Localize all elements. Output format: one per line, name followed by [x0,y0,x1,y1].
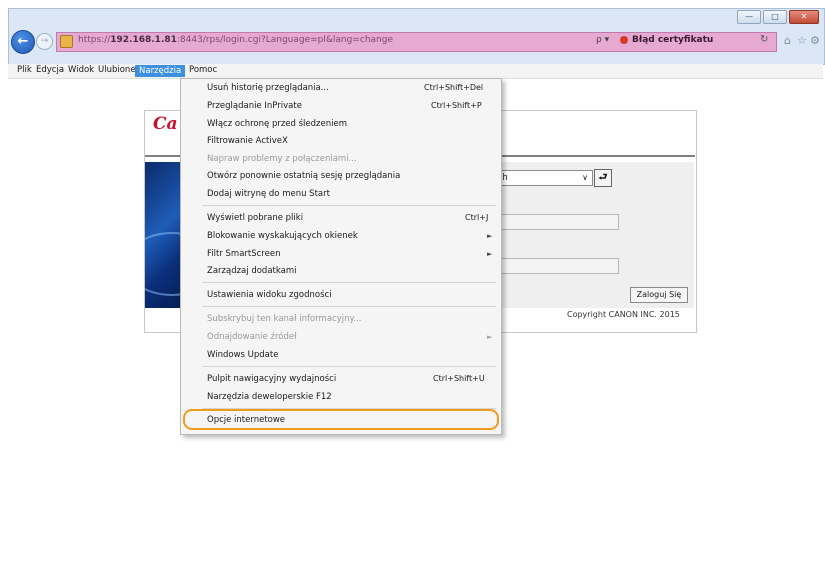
url-host: 192.168.1.81 [110,35,177,45]
menu-item-subscribe-feed: Subskrybuj ten kanał informacyjny... [207,314,362,324]
menu-separator [202,282,496,283]
menu-item-view-downloads[interactable]: Wyświetl pobrane pliki [207,213,303,223]
menu-item-smartscreen[interactable]: Filtr SmartScreen [207,249,280,259]
menu-item-windows-update[interactable]: Windows Update [207,350,278,360]
home-icon[interactable]: ⌂ [784,34,791,47]
forward-button[interactable]: → [36,33,53,50]
menu-item-developer-tools[interactable]: Narzędzia deweloperskie F12 [207,392,332,402]
menu-item-add-to-start[interactable]: Dodaj witrynę do menu Start [207,189,330,199]
shortcut-performance: Ctrl+Shift+U [433,374,485,383]
menu-item-manage-addons[interactable]: Zarządzaj dodatkami [207,266,296,276]
close-button[interactable]: ✕ [789,10,819,24]
menu-item-reopen-session[interactable]: Otwórz ponownie ostatnią sesję przegląda… [207,171,400,181]
menu-item-activex-filtering[interactable]: Filtrowanie ActiveX [207,136,288,146]
submenu-arrow-icon: ► [487,333,493,341]
highlight-outline [183,409,499,430]
menu-help[interactable]: Pomoc [189,65,217,75]
certificate-error-badge[interactable]: Błąd certyfikatu [632,35,713,45]
menu-separator [202,205,496,206]
menu-item-delete-history[interactable]: Usuń historię przeglądania... [207,83,329,93]
favorites-star-icon[interactable]: ☆ [797,34,807,47]
language-apply-button[interactable]: ⮐ [594,169,612,187]
page-icon [60,35,73,48]
chevron-down-icon: ∨ [582,173,588,182]
shortcut-delete-history: Ctrl+Shift+Del [424,83,484,92]
refresh-icon[interactable]: ↻ [760,34,768,45]
menu-item-feed-discovery: Odnajdowanie źródeł [207,332,297,342]
menu-item-fix-connection: Napraw problemy z połączeniami... [207,154,357,164]
banner-image [145,162,185,308]
submenu-arrow-icon: ► [487,232,493,240]
username-input[interactable] [493,214,619,230]
menu-item-inprivate[interactable]: Przeglądanie InPrivate [207,101,302,111]
password-input[interactable] [493,258,619,274]
menu-item-performance-dashboard[interactable]: Pulpit nawigacyjny wydajności [207,374,336,384]
url-prefix: https:// [78,35,111,45]
login-button[interactable]: Zaloguj Się [630,287,688,303]
window-controls: — □ ✕ [737,10,819,24]
language-select[interactable]: sh ∨ [493,170,593,186]
back-button[interactable]: ← [11,30,35,54]
menu-separator [202,306,496,307]
url-path: :8443/rps/login.cgi?Language=pl&lang=cha… [176,35,394,45]
minimize-button[interactable]: — [737,10,761,24]
menu-separator [202,366,496,367]
search-dropdown-icon[interactable]: ρ ▾ [596,35,609,45]
shield-icon [620,36,628,44]
maximize-button[interactable]: □ [763,10,787,24]
submenu-arrow-icon: ► [487,250,493,258]
canon-logo: Ca [153,114,178,134]
menu-edit[interactable]: Edycja [36,65,64,75]
url-text[interactable]: https://192.168.1.81:8443/rps/login.cgi?… [78,35,393,45]
shortcut-downloads: Ctrl+J [465,213,489,222]
shortcut-inprivate: Ctrl+Shift+P [431,101,482,110]
menu-item-popup-blocker[interactable]: Blokowanie wyskakujących okienek [207,231,358,241]
menu-view[interactable]: Widok [68,65,94,75]
gear-icon[interactable]: ⚙ [810,34,820,47]
copyright-text: Copyright CANON INC. 2015 [567,310,680,319]
menu-favorites[interactable]: Ulubione [98,65,136,75]
menu-item-tracking-protection[interactable]: Włącz ochronę przed śledzeniem [207,119,347,129]
menu-file[interactable]: Plik [17,65,32,75]
menu-item-compatibility-view[interactable]: Ustawienia widoku zgodności [207,290,332,300]
menu-tools[interactable]: Narzędzia [135,65,186,77]
